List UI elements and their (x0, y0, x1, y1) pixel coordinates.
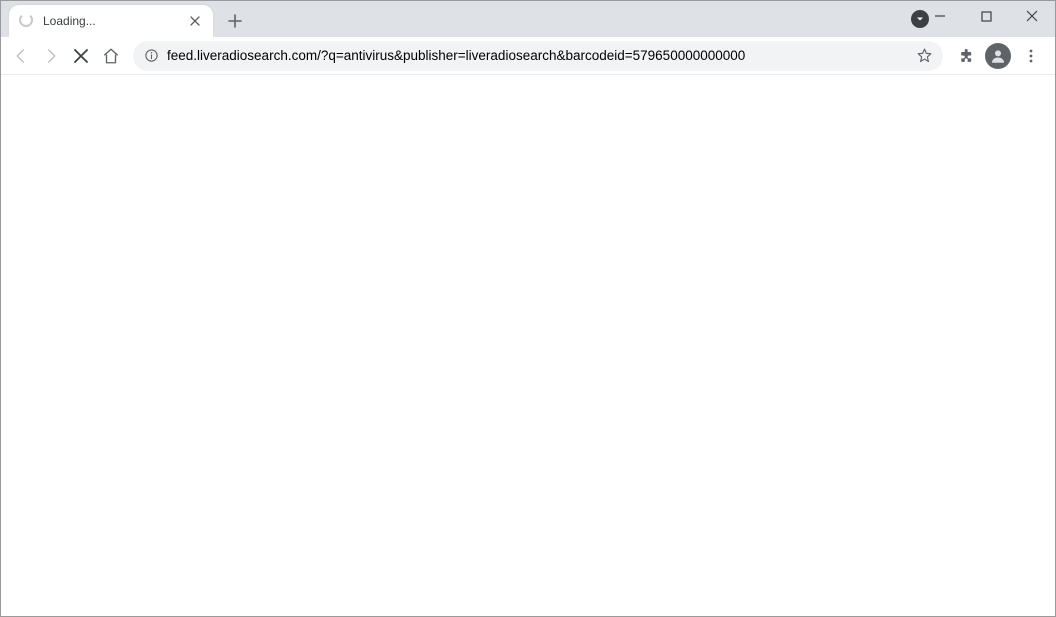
page-content (1, 75, 1055, 616)
url-path: /?q=antivirus&publisher=liveradiosearch&… (317, 48, 745, 63)
browser-tab[interactable]: Loading... (9, 5, 213, 37)
stop-reload-button[interactable] (67, 42, 95, 70)
bookmark-button[interactable] (915, 47, 933, 65)
tab-close-button[interactable] (187, 13, 203, 29)
window-controls (917, 1, 1055, 31)
window-close-button[interactable] (1009, 1, 1055, 31)
url-host: feed.liveradiosearch.com (167, 48, 317, 63)
home-button[interactable] (97, 42, 125, 70)
url-text[interactable]: feed.liveradiosearch.com/?q=antivirus&pu… (167, 48, 907, 63)
address-bar[interactable]: feed.liveradiosearch.com/?q=antivirus&pu… (133, 41, 943, 71)
titlebar: Loading... (1, 1, 1055, 37)
window-maximize-button[interactable] (963, 1, 1009, 31)
profile-button[interactable] (985, 43, 1011, 69)
extensions-button[interactable] (951, 42, 979, 70)
new-tab-button[interactable] (221, 7, 249, 35)
toolbar-right (951, 42, 1049, 70)
menu-button[interactable] (1017, 42, 1045, 70)
loading-spinner-icon (19, 13, 35, 29)
tab-title: Loading... (43, 14, 181, 28)
back-button[interactable] (7, 42, 35, 70)
window-minimize-button[interactable] (917, 1, 963, 31)
forward-button[interactable] (37, 42, 65, 70)
site-info-icon[interactable] (143, 48, 159, 64)
toolbar: feed.liveradiosearch.com/?q=antivirus&pu… (1, 37, 1055, 75)
